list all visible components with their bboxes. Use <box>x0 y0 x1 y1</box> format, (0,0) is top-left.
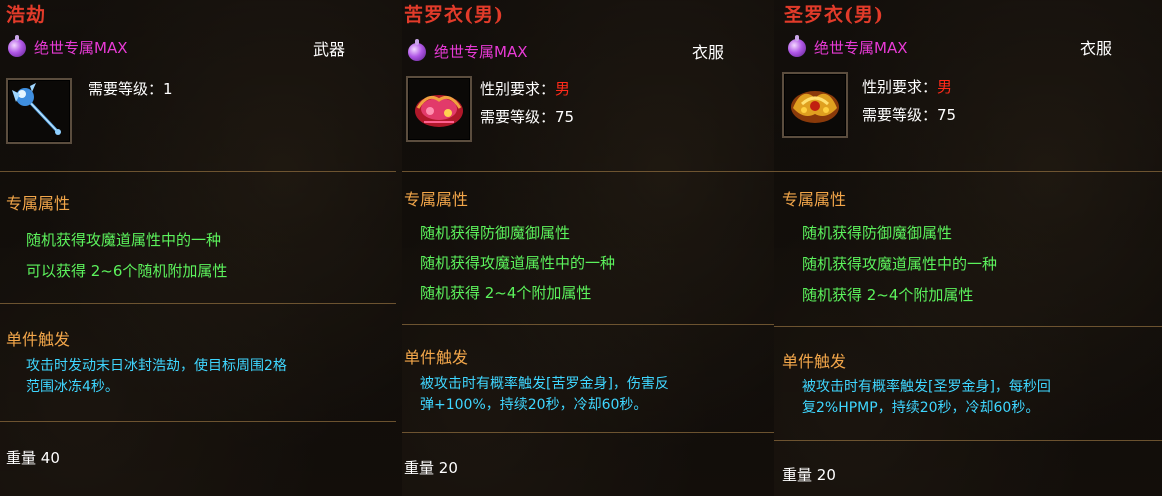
stat-row: 性别要求：男 <box>480 78 570 99</box>
item-grade: 绝世专属MAX <box>408 38 528 62</box>
gold-armor-icon <box>791 91 839 123</box>
grade-label: 绝世专属MAX <box>34 39 128 57</box>
stat-value: 1 <box>163 80 173 98</box>
weight-label: 重量 <box>6 449 37 467</box>
item-type: 武器 <box>313 40 346 59</box>
divider <box>402 171 774 172</box>
item-tooltip-panel: 苦罗衣(男) 绝世专属MAX 衣服 性别要求：男 需要等级：75 专属属性 随机… <box>402 0 774 496</box>
item-title: 圣罗衣(男) <box>784 4 884 26</box>
item-type: 衣服 <box>1080 39 1113 58</box>
weight-label: 重量 <box>782 466 813 484</box>
stat-row: 需要等级：75 <box>862 104 956 125</box>
weight-row: 重量 20 <box>782 464 836 485</box>
ice-staff-icon <box>12 83 61 135</box>
attr-line: 随机获得攻魔道属性中的一种 <box>420 254 616 272</box>
stat-label: 需要等级： <box>88 80 164 98</box>
item-title: 浩劫 <box>6 4 47 26</box>
divider <box>774 440 1162 441</box>
section-title: 专属属性 <box>782 190 847 209</box>
item-grade: 绝世专属MAX <box>788 34 908 58</box>
attr-line: 随机获得 2~4个附加属性 <box>802 286 974 304</box>
stat-value: 75 <box>937 106 957 124</box>
stat-label: 需要等级： <box>862 106 938 124</box>
weight-value: 20 <box>438 459 458 477</box>
item-grade: 绝世专属MAX <box>8 34 128 58</box>
grade-label: 绝世专属MAX <box>814 39 908 57</box>
item-tooltip-panel: 浩劫 绝世专属MAX 武器 需要等级：1 专属属性 随机获得攻魔道属性中的一种 … <box>0 0 402 496</box>
grade-orb-icon <box>8 34 26 57</box>
grade-label: 绝世专属MAX <box>434 43 528 61</box>
item-tooltip-panel: 圣罗衣(男) 绝世专属MAX 衣服 性别要求：男 需要等级：75 专属属性 随机… <box>774 0 1162 496</box>
section-title: 专属属性 <box>6 194 71 213</box>
section-title: 专属属性 <box>404 190 469 209</box>
attr-line: 随机获得攻魔道属性中的一种 <box>802 255 998 273</box>
attr-line: 随机获得攻魔道属性中的一种 <box>26 231 222 249</box>
divider <box>0 303 396 304</box>
effect-line: 范围冰冻4秒。 <box>26 379 119 395</box>
stat-value: 75 <box>555 108 575 126</box>
section-title: 单件触发 <box>404 348 469 367</box>
attr-line: 随机获得防御魔御属性 <box>802 224 953 242</box>
item-title: 苦罗衣(男) <box>404 4 504 26</box>
gender-value: 男 <box>937 78 953 96</box>
divider <box>402 432 774 433</box>
divider <box>774 326 1162 327</box>
grade-orb-icon <box>408 38 426 61</box>
item-icon-slot[interactable] <box>406 76 472 142</box>
weight-value: 40 <box>40 449 60 467</box>
attr-line: 可以获得 2~6个随机附加属性 <box>26 262 228 280</box>
item-type: 衣服 <box>692 43 725 62</box>
attr-line: 随机获得防御魔御属性 <box>420 224 571 242</box>
weight-row: 重量 20 <box>404 457 458 478</box>
item-icon-slot[interactable] <box>6 78 72 144</box>
divider <box>0 171 396 172</box>
effect-line: 被攻击时有概率触发[苦罗金身]，伤害反 <box>420 376 669 392</box>
divider <box>402 324 774 325</box>
divider <box>774 171 1162 172</box>
stat-row: 需要等级：1 <box>88 78 173 99</box>
effect-line: 弹+100%，持续20秒，冷却60秒。 <box>420 397 648 413</box>
stat-row: 性别要求：男 <box>862 76 952 97</box>
effect-line: 攻击时发动末日冰封浩劫，使目标周围2格 <box>26 358 287 374</box>
stat-row: 需要等级：75 <box>480 106 574 127</box>
grade-orb-icon <box>788 34 806 57</box>
stat-label: 性别要求： <box>480 80 556 98</box>
effect-line: 复2%HPMP，持续20秒，冷却60秒。 <box>802 400 1040 416</box>
weight-value: 20 <box>816 466 836 484</box>
item-icon-slot[interactable] <box>782 72 848 138</box>
weight-label: 重量 <box>404 459 435 477</box>
section-title: 单件触发 <box>6 330 71 349</box>
divider <box>0 421 396 422</box>
gender-value: 男 <box>555 80 571 98</box>
section-title: 单件触发 <box>782 352 847 371</box>
red-armor-icon <box>415 95 463 127</box>
stat-label: 性别要求： <box>862 78 938 96</box>
effect-line: 被攻击时有概率触发[圣罗金身]，每秒回 <box>802 379 1051 395</box>
weight-row: 重量 40 <box>6 447 60 468</box>
stat-label: 需要等级： <box>480 108 556 126</box>
attr-line: 随机获得 2~4个附加属性 <box>420 284 592 302</box>
